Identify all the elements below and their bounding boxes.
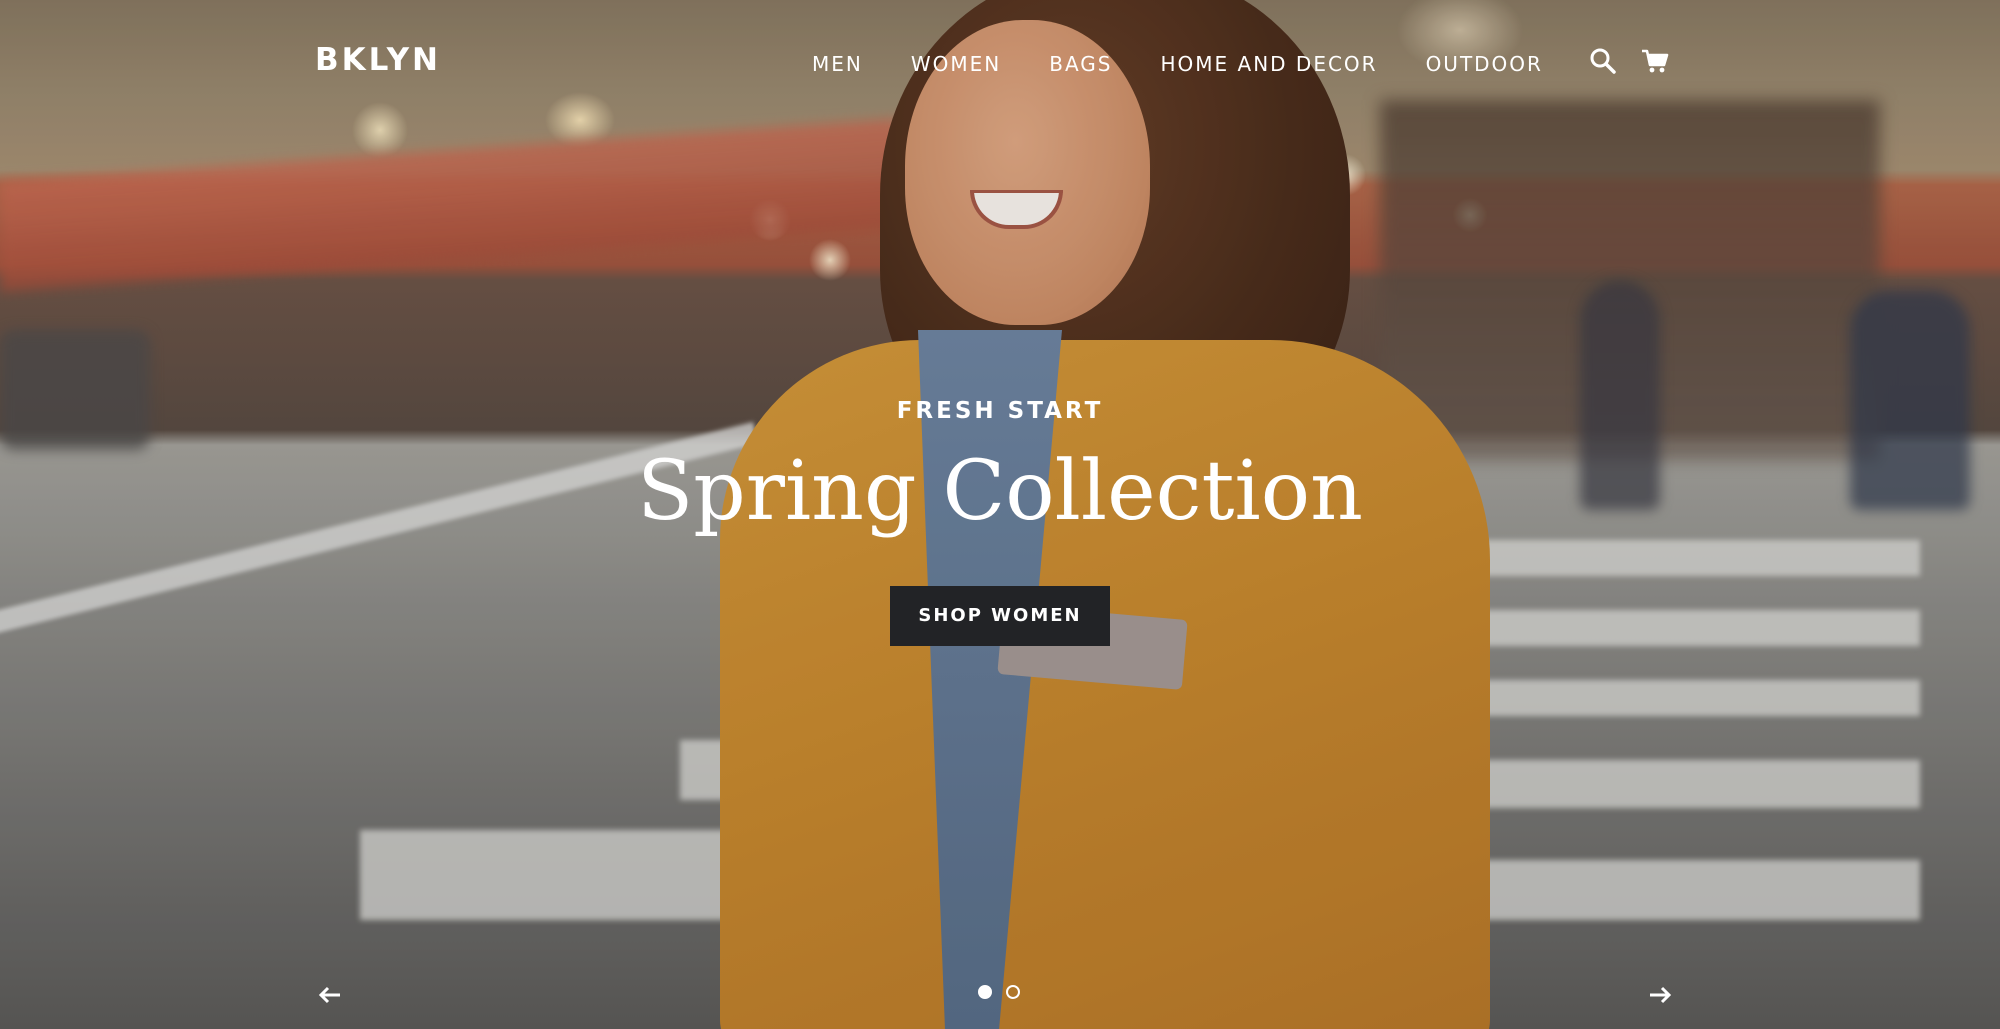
nav-item-men[interactable]: MEN: [812, 52, 863, 76]
slide-dot-1[interactable]: [978, 985, 992, 999]
nav-item-bags[interactable]: BAGS: [1049, 52, 1112, 76]
cart-icon: [1642, 49, 1669, 73]
hero-slideshow: BKLYN MEN WOMEN BAGS HOME AND DECOR OUTD…: [0, 0, 2000, 1029]
main-nav: MEN WOMEN BAGS HOME AND DECOR OUTDOOR: [812, 52, 1591, 76]
site-logo[interactable]: BKLYN: [315, 42, 441, 78]
hero-content: FRESH START Spring Collection SHOP WOMEN: [0, 398, 2000, 646]
search-button[interactable]: [1588, 46, 1622, 80]
nav-item-outdoor[interactable]: OUTDOOR: [1426, 52, 1543, 76]
nav-item-women[interactable]: WOMEN: [911, 52, 1001, 76]
hero-eyebrow: FRESH START: [896, 398, 1104, 424]
slide-prev-button[interactable]: [315, 980, 345, 1010]
hero-headline: Spring Collection: [637, 444, 1363, 539]
arrow-left-icon: [318, 986, 340, 1004]
shop-women-button[interactable]: SHOP WOMEN: [890, 586, 1110, 646]
slide-dot-2[interactable]: [1006, 985, 1020, 999]
slide-dots: [978, 985, 1020, 999]
arrow-right-icon: [1650, 986, 1672, 1004]
site-header: BKLYN MEN WOMEN BAGS HOME AND DECOR OUTD…: [0, 0, 2000, 130]
nav-item-home-and-decor[interactable]: HOME AND DECOR: [1160, 52, 1377, 76]
cart-button[interactable]: [1640, 46, 1674, 80]
slide-next-button[interactable]: [1645, 980, 1675, 1010]
search-icon: [1590, 48, 1616, 74]
